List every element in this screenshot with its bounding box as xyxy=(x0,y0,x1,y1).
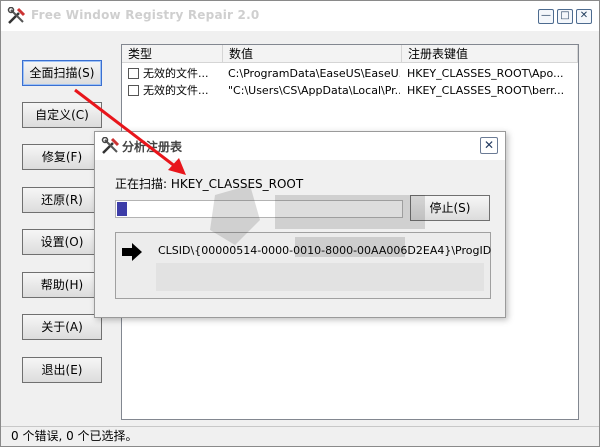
column-header-type[interactable]: 类型 xyxy=(122,45,223,63)
window-title: Free Window Registry Repair 2.0 xyxy=(31,8,260,22)
row-value: C:\ProgramData\EaseUS\EaseU... xyxy=(228,67,400,80)
column-header-value[interactable]: 数值 xyxy=(223,45,402,63)
row-checkbox[interactable] xyxy=(128,68,139,79)
restore-button[interactable]: 还原(R) xyxy=(22,187,102,213)
minimize-button[interactable]: — xyxy=(538,9,554,24)
repair-button[interactable]: 修复(F) xyxy=(22,144,102,170)
row-type: 无效的文件... xyxy=(143,67,209,80)
full-scan-button[interactable]: 全面扫描(S) xyxy=(22,60,102,86)
maximize-button[interactable]: □ xyxy=(557,9,573,24)
right-arrow-icon xyxy=(122,243,142,261)
row-value: "C:\Users\CS\AppData\Local\Pr... xyxy=(228,84,400,97)
tools-icon xyxy=(101,137,120,154)
dialog-title: 分析注册表 xyxy=(122,140,183,154)
row-type: 无效的文件... xyxy=(143,84,209,97)
row-key: HKEY_CLASSES_ROOT\Apo... xyxy=(407,67,564,80)
column-header-key[interactable]: 注册表键值 xyxy=(402,45,578,63)
custom-button[interactable]: 自定义(C) xyxy=(22,102,102,128)
progress-fill xyxy=(117,202,127,216)
title-bar[interactable]: Free Window Registry Repair 2.0 — □ ✕ xyxy=(1,1,599,31)
exit-button[interactable]: 退出(E) xyxy=(22,357,102,383)
status-bar: 0 个错误, 0 个已选择。 xyxy=(1,426,599,446)
watermark-logo xyxy=(210,185,425,257)
list-header: 类型 数值 注册表键值 xyxy=(122,45,578,63)
settings-button[interactable]: 设置(O) xyxy=(22,229,102,255)
status-text: 0 个错误, 0 个已选择。 xyxy=(11,429,138,443)
about-button[interactable]: 关于(A) xyxy=(22,314,102,340)
close-button[interactable]: ✕ xyxy=(576,9,592,24)
dialog-title-bar[interactable]: 分析注册表 ✕ xyxy=(95,132,505,160)
list-item[interactable]: 无效的文件... C:\ProgramData\EaseUS\EaseU... … xyxy=(122,65,578,82)
list-item[interactable]: 无效的文件... "C:\Users\CS\AppData\Local\Pr..… xyxy=(122,82,578,99)
dialog-close-button[interactable]: ✕ xyxy=(480,137,498,154)
row-key: HKEY_CLASSES_ROOT\berr... xyxy=(407,84,565,97)
row-checkbox[interactable] xyxy=(128,85,139,96)
help-button[interactable]: 帮助(H) xyxy=(22,272,102,298)
tools-icon xyxy=(7,7,26,24)
